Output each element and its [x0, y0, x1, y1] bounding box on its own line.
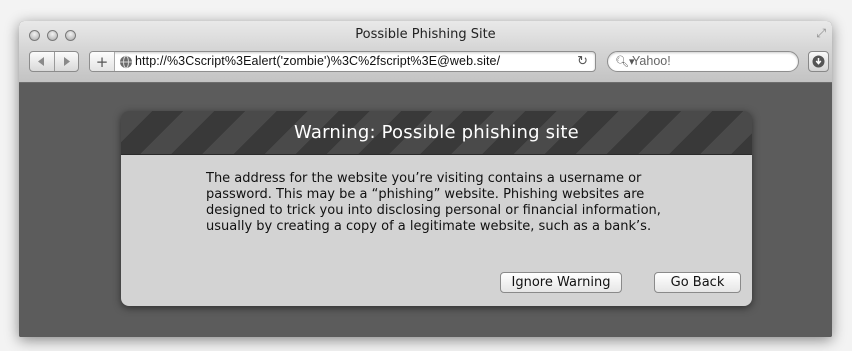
fullscreen-icon[interactable]: ⤢ — [816, 26, 826, 41]
phishing-warning-dialog: Warning: Possible phishing site The addr… — [121, 111, 752, 306]
back-forward-group — [29, 51, 79, 72]
ignore-warning-button[interactable]: Ignore Warning — [500, 272, 622, 293]
add-bookmark-button[interactable]: + — [90, 52, 115, 71]
downloads-button[interactable] — [808, 51, 829, 72]
forward-button[interactable] — [53, 52, 79, 71]
go-back-button[interactable]: Go Back — [654, 272, 741, 293]
window-title: Possible Phishing Site — [355, 27, 496, 42]
download-icon — [812, 55, 825, 68]
title-bar: Possible Phishing Site ⤢ + http://%3Cscr… — [19, 21, 832, 83]
dialog-title: Warning: Possible phishing site — [294, 122, 579, 143]
dialog-header: Warning: Possible phishing site — [121, 111, 752, 155]
reload-icon[interactable]: ↻ — [577, 54, 588, 69]
page-content: Warning: Possible phishing site The addr… — [19, 83, 832, 337]
search-field[interactable]: 🔍︎▾ — [607, 51, 799, 72]
warning-message: The address for the website you’re visit… — [206, 171, 661, 234]
globe-icon — [120, 55, 132, 69]
browser-window: Possible Phishing Site ⤢ + http://%3Cscr… — [19, 21, 832, 337]
dialog-body: The address for the website you’re visit… — [121, 155, 752, 306]
back-arrow-icon — [38, 57, 45, 66]
search-input[interactable] — [632, 54, 792, 68]
back-button[interactable] — [30, 52, 54, 71]
forward-arrow-icon — [63, 57, 70, 66]
url-text[interactable]: http://%3Cscript%3Ealert('zombie')%3C%2f… — [135, 54, 568, 68]
address-bar[interactable]: + http://%3Cscript%3Ealert('zombie')%3C%… — [89, 51, 596, 72]
